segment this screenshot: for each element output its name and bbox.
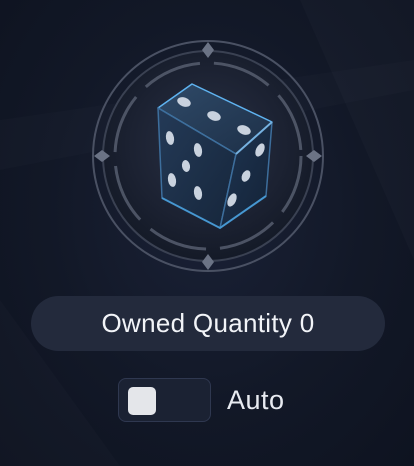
- auto-toggle[interactable]: [118, 378, 211, 422]
- dice-icon: [92, 40, 324, 272]
- auto-toggle-row: Auto: [118, 377, 285, 423]
- owned-quantity-label: Owned Quantity: [101, 308, 293, 338]
- auto-label: Auto: [227, 384, 285, 415]
- owned-quantity-display: Owned Quantity 0: [31, 296, 385, 351]
- owned-quantity-spacer: [292, 308, 300, 339]
- owned-quantity-value: 0: [299, 308, 315, 338]
- dice-item-emblem[interactable]: [90, 38, 326, 274]
- toggle-knob[interactable]: [128, 387, 156, 415]
